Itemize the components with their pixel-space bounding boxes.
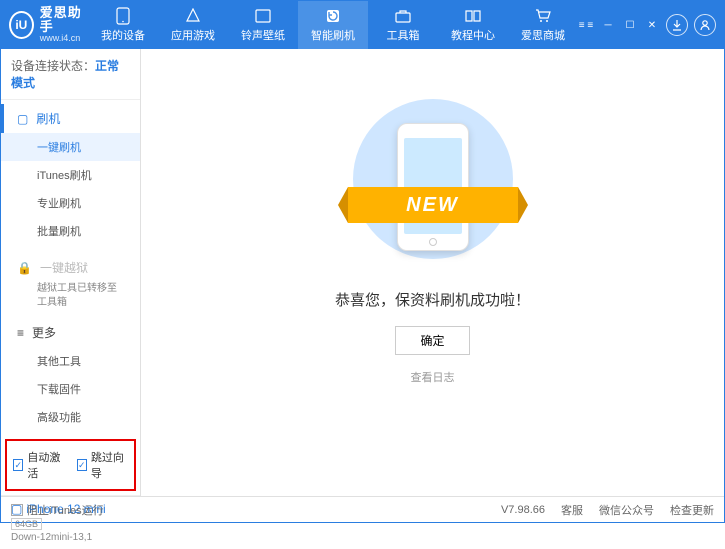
new-ribbon: NEW [348,187,518,223]
checkbox-icon: ✓ [13,459,23,471]
sidebar-item-oneclick[interactable]: 一键刷机 [1,133,140,161]
sidebar-label: 更多 [32,324,56,341]
footer: 阻止iTunes运行 V7.98.66 客服 微信公众号 检查更新 [1,496,724,522]
logo-icon: iU [9,11,34,39]
view-log-link[interactable]: 查看日志 [411,369,455,385]
body: 设备连接状态：正常模式 ▢ 刷机 一键刷机 iTunes刷机 专业刷机 批量刷机… [1,49,724,496]
app-window: iU 爱思助手 www.i4.cn 我的设备 应用游戏 铃声壁纸 智能刷机 [0,0,725,523]
nav-label: 爱思商城 [521,27,565,43]
minimize-icon[interactable]: ─ [600,17,616,33]
sidebar-item-othertools[interactable]: 其他工具 [1,347,140,375]
lock-icon: 🔒 [17,261,32,275]
nav-tools[interactable]: 工具箱 [368,1,438,49]
support-link[interactable]: 客服 [561,502,583,518]
success-message: 恭喜您，保资料刷机成功啦！ [335,289,530,310]
picture-icon [254,7,272,25]
user-button[interactable] [694,14,716,36]
checkbox-label: 跳过向导 [91,449,128,481]
sidebar-item-batch[interactable]: 批量刷机 [1,217,140,245]
apps-icon [184,7,202,25]
ok-button[interactable]: 确定 [395,326,469,355]
wechat-link[interactable]: 微信公众号 [599,502,654,518]
sidebar: 设备连接状态：正常模式 ▢ 刷机 一键刷机 iTunes刷机 专业刷机 批量刷机… [1,49,141,496]
nav-store[interactable]: 爱思商城 [508,1,578,49]
auto-activate-checkbox[interactable]: ✓ 自动激活 [13,449,65,481]
refresh-icon [324,7,342,25]
jailbreak-note: 越狱工具已转移至 工具箱 [1,282,140,310]
nav-label: 教程中心 [451,27,495,43]
block-itunes-checkbox[interactable]: 阻止iTunes运行 [11,502,104,518]
phone-icon [114,7,132,25]
checkbox-icon: ✓ [77,459,87,471]
nav-label: 铃声壁纸 [241,27,285,43]
brand-url: www.i4.cn [40,34,88,44]
menu-icon: ≡ [17,326,24,340]
nav-label: 应用游戏 [171,27,215,43]
version-text: V7.98.66 [501,504,545,516]
success-illustration: NEW [353,99,513,259]
book-icon [464,7,482,25]
brand-name: 爱思助手 [40,6,88,35]
nav-label: 智能刷机 [311,27,355,43]
check-update-link[interactable]: 检查更新 [670,502,714,518]
sidebar-item-pro[interactable]: 专业刷机 [1,189,140,217]
phone-icon: ▢ [17,112,28,126]
status-label: 设备连接状态： [11,59,95,73]
titlebar: iU 爱思助手 www.i4.cn 我的设备 应用游戏 铃声壁纸 智能刷机 [1,1,724,49]
toolbox-icon [394,7,412,25]
download-button[interactable] [666,14,688,36]
main-content: NEW 恭喜您，保资料刷机成功啦！ 确定 查看日志 [141,49,724,496]
sidebar-flash-header[interactable]: ▢ 刷机 [1,104,140,133]
checkbox-label: 自动激活 [27,449,64,481]
cart-icon [534,7,552,25]
sidebar-label: 刷机 [36,110,60,127]
sidebar-item-itunes[interactable]: iTunes刷机 [1,161,140,189]
close-icon[interactable]: ✕ [644,17,660,33]
nav-flash[interactable]: 智能刷机 [298,1,368,49]
nav-my-device[interactable]: 我的设备 [88,1,158,49]
checkbox-icon [11,504,23,516]
sidebar-item-firmware[interactable]: 下载固件 [1,375,140,403]
nav-apps[interactable]: 应用游戏 [158,1,228,49]
nav-tutorials[interactable]: 教程中心 [438,1,508,49]
nav-label: 工具箱 [387,27,420,43]
maximize-icon[interactable]: ☐ [622,17,638,33]
skip-guide-checkbox[interactable]: ✓ 跳过向导 [77,449,129,481]
sidebar-label: 一键越狱 [40,259,88,276]
highlight-box: ✓ 自动激活 ✓ 跳过向导 [5,439,136,491]
menu-icon[interactable]: ≡ ≡ [578,17,594,33]
sidebar-item-advanced[interactable]: 高级功能 [1,403,140,431]
connection-status: 设备连接状态：正常模式 [1,49,140,100]
device-meta: Down-12mini-13,1 [11,532,130,543]
checkbox-label: 阻止iTunes运行 [27,502,104,518]
nav-label: 我的设备 [101,27,145,43]
main-nav: 我的设备 应用游戏 铃声壁纸 智能刷机 工具箱 教程中心 [88,1,578,49]
brand: iU 爱思助手 www.i4.cn [9,6,88,44]
nav-ringtones[interactable]: 铃声壁纸 [228,1,298,49]
sidebar-more-header[interactable]: ≡ 更多 [1,318,140,347]
window-controls: ≡ ≡ ─ ☐ ✕ [578,14,716,36]
sidebar-jailbreak-header[interactable]: 🔒 一键越狱 [1,253,140,282]
